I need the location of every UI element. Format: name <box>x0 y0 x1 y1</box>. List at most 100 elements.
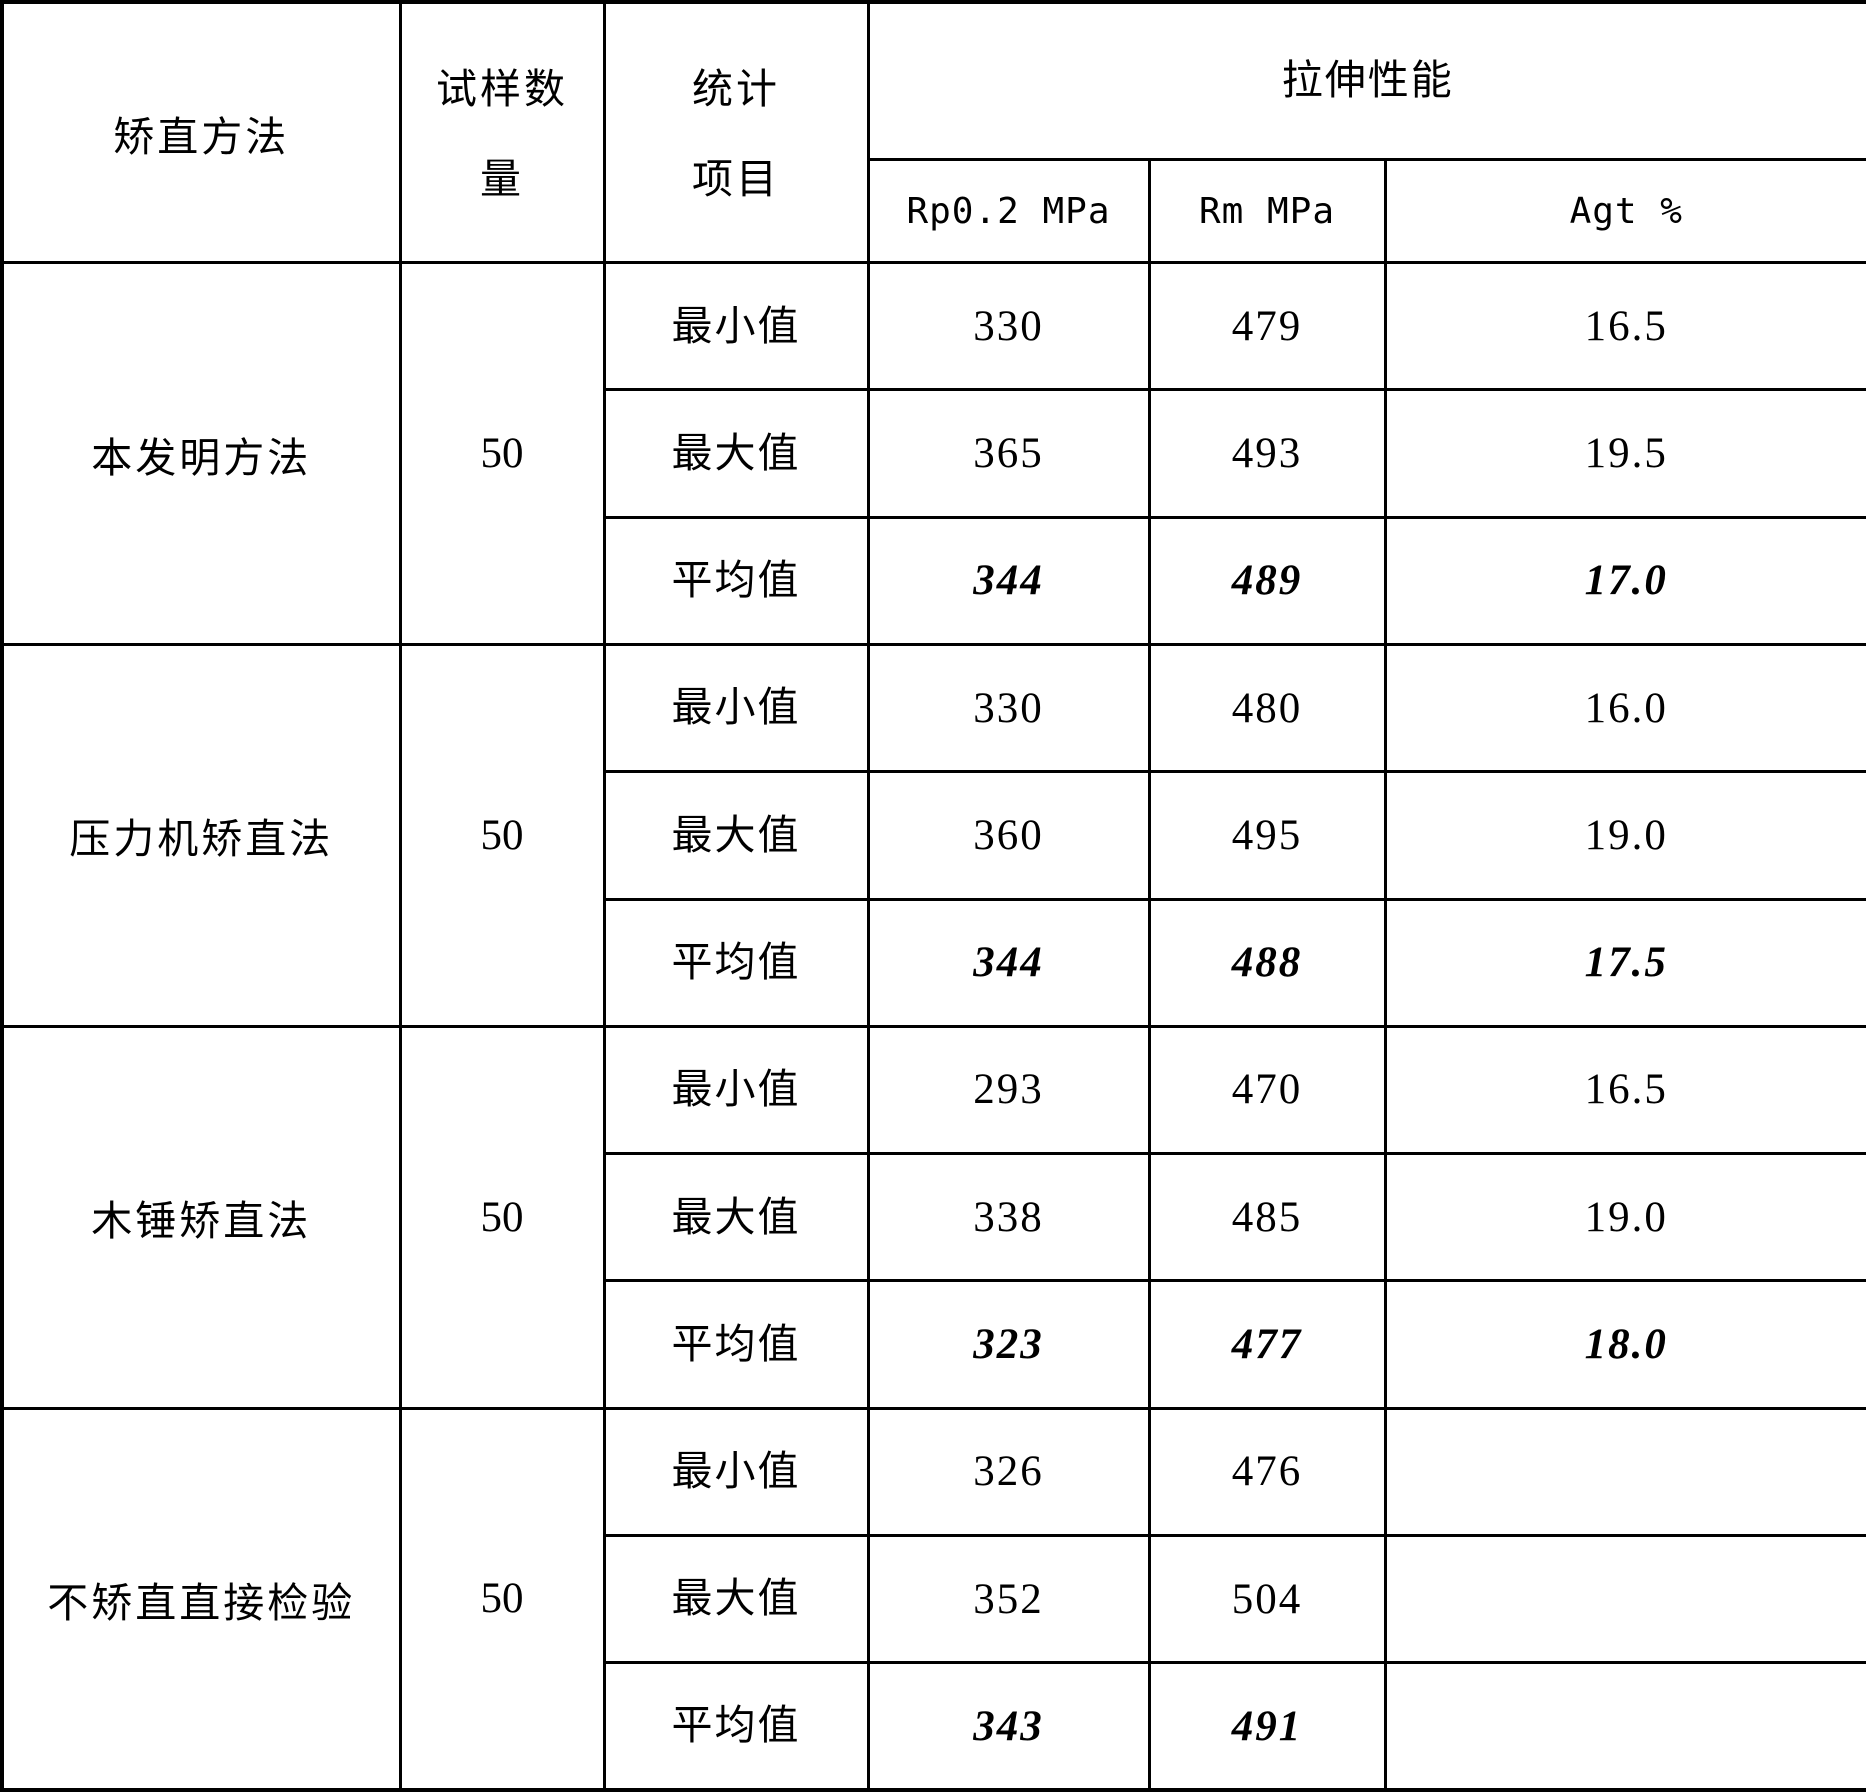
agt-value-cell <box>1383 1533 1866 1665</box>
agt-value-cell: 19.0 <box>1383 770 1866 901</box>
sample-count-value: 50 <box>480 811 524 859</box>
agt-value-cell: 19.0 <box>1383 1152 1866 1283</box>
rp02-value: 338 <box>973 1193 1044 1241</box>
rm-value: 470 <box>1231 1066 1303 1114</box>
agt-value-cell: 16.5 <box>1383 261 1866 392</box>
stat-label-cell: 最大值 <box>602 1152 870 1283</box>
method-cell: 压力机矫直法 <box>0 642 402 1028</box>
agt-value: 18.0 <box>1584 1321 1668 1368</box>
agt-value: 16.5 <box>1584 1066 1668 1114</box>
table-header-row-1: 矫直方法 试样数 量 统计 项目 拉伸性能 <box>0 0 1866 265</box>
rm-value-cell: 488 <box>1147 897 1387 1028</box>
stat-label-cell: 最小值 <box>602 261 870 392</box>
method-cell: 本发明方法 <box>0 261 402 646</box>
stat-label: 平均值 <box>671 938 801 987</box>
stat-label: 平均值 <box>671 556 801 605</box>
agt-value-cell: 16.5 <box>1383 1024 1866 1156</box>
sample-count-cell: 50 <box>398 642 606 1028</box>
rp02-value-cell: 365 <box>866 388 1151 519</box>
agt-value: 17.0 <box>1584 557 1668 605</box>
rp02-value: 352 <box>973 1575 1044 1623</box>
agt-value: 16.0 <box>1584 684 1668 732</box>
header-cell-stat-item: 统计 项目 <box>602 0 870 265</box>
stat-label: 最小值 <box>671 683 801 732</box>
rm-value: 480 <box>1231 684 1303 732</box>
header-label-sample-count-line1: 试样数 <box>436 64 568 113</box>
stat-label-cell: 最小值 <box>602 1406 870 1537</box>
rm-value: 491 <box>1231 1702 1303 1750</box>
rm-value-cell: 504 <box>1147 1533 1387 1665</box>
stat-label: 最小值 <box>671 301 801 350</box>
header-cell-agt: Agt % <box>1383 158 1866 265</box>
header-label-agt: Agt % <box>1569 190 1683 232</box>
rp02-value-cell: 343 <box>866 1661 1151 1792</box>
rm-value-cell: 477 <box>1147 1279 1387 1410</box>
rp02-value: 360 <box>973 811 1044 859</box>
agt-value-cell: 18.0 <box>1383 1279 1866 1410</box>
agt-value-cell: 17.5 <box>1383 897 1866 1028</box>
header-label-method: 矫直方法 <box>113 112 290 161</box>
agt-value: 19.5 <box>1584 430 1668 478</box>
rm-value-cell: 491 <box>1147 1661 1387 1792</box>
agt-value: 19.0 <box>1584 811 1668 859</box>
rm-value: 477 <box>1231 1321 1303 1368</box>
header-cell-sample-count: 试样数 量 <box>398 0 606 265</box>
method-label: 木锤矫直法 <box>91 1197 312 1246</box>
agt-value: 17.5 <box>1584 939 1668 987</box>
stat-label-cell: 最大值 <box>602 1533 870 1665</box>
rm-value: 485 <box>1231 1193 1303 1241</box>
rm-value-cell: 470 <box>1147 1024 1387 1156</box>
sample-count-cell: 50 <box>398 1406 606 1792</box>
stat-label: 最大值 <box>671 1192 801 1241</box>
agt-value-cell <box>1383 1661 1866 1792</box>
rp02-value: 330 <box>973 684 1044 732</box>
header-label-tensile-group: 拉伸性能 <box>1281 56 1454 105</box>
stat-label: 最小值 <box>671 1065 801 1114</box>
header-cell-rp02: Rp0.2 MPa <box>866 158 1151 265</box>
table-row: 压力机矫直法 50 最小值 330 480 16.0 <box>0 642 1866 1028</box>
table-row: 木锤矫直法 50 最小值 293 470 16.5 <box>0 1024 1866 1410</box>
header-cell-tensile-group: 拉伸性能 <box>866 0 1866 162</box>
rp02-value: 344 <box>973 557 1044 605</box>
rp02-value-cell: 338 <box>866 1152 1151 1283</box>
rm-value-cell: 476 <box>1147 1406 1387 1537</box>
header-label-stat-item-line1: 统计 <box>692 64 780 113</box>
rp02-value: 365 <box>973 430 1044 478</box>
method-label: 压力机矫直法 <box>69 815 334 864</box>
method-cell: 不矫直直接检验 <box>0 1406 402 1792</box>
table-row: 本发明方法 50 最小值 330 479 16.5 <box>0 261 1866 646</box>
method-label: 不矫直直接检验 <box>47 1578 356 1627</box>
rp02-value-cell: 326 <box>866 1406 1151 1537</box>
header-label-rp02: Rp0.2 MPa <box>906 190 1111 232</box>
stat-label-cell: 最小值 <box>602 1024 870 1156</box>
rp02-value-cell: 330 <box>866 642 1151 774</box>
rm-value: 489 <box>1231 557 1303 605</box>
method-cell: 木锤矫直法 <box>0 1024 402 1410</box>
rm-value-cell: 479 <box>1147 261 1387 392</box>
stat-label: 最大值 <box>671 810 801 859</box>
table-row: 不矫直直接检验 50 最小值 326 476 <box>0 1406 1866 1792</box>
stat-label-cell: 平均值 <box>602 897 870 1028</box>
header-cell-method: 矫直方法 <box>0 0 402 265</box>
rp02-value-cell: 293 <box>866 1024 1151 1156</box>
document-page: 矫直方法 试样数 量 统计 项目 拉伸性能 Rp0.2 MPa Rm MPa A… <box>0 0 1866 1792</box>
sample-count-value: 50 <box>480 430 524 478</box>
rm-value: 504 <box>1231 1575 1303 1623</box>
stat-label: 平均值 <box>671 1701 801 1750</box>
rm-value-cell: 489 <box>1147 515 1387 646</box>
sample-count-cell: 50 <box>398 261 606 646</box>
rm-value: 479 <box>1231 302 1303 350</box>
sample-count-cell: 50 <box>398 1024 606 1410</box>
rp02-value-cell: 344 <box>866 897 1151 1028</box>
method-label: 本发明方法 <box>91 433 312 482</box>
table-body: 矫直方法 试样数 量 统计 项目 拉伸性能 Rp0.2 MPa Rm MPa A… <box>0 0 1866 1792</box>
rm-value: 476 <box>1231 1448 1303 1496</box>
rp02-value: 330 <box>973 302 1044 350</box>
agt-value: 19.0 <box>1584 1193 1668 1241</box>
sample-count-value: 50 <box>480 1575 524 1623</box>
rp02-value-cell: 352 <box>866 1533 1151 1665</box>
stat-label: 平均值 <box>671 1319 801 1368</box>
rp02-value: 323 <box>973 1321 1044 1368</box>
tensile-performance-table: 矫直方法 试样数 量 统计 项目 拉伸性能 Rp0.2 MPa Rm MPa A… <box>0 0 1866 1792</box>
rm-value-cell: 485 <box>1147 1152 1387 1283</box>
